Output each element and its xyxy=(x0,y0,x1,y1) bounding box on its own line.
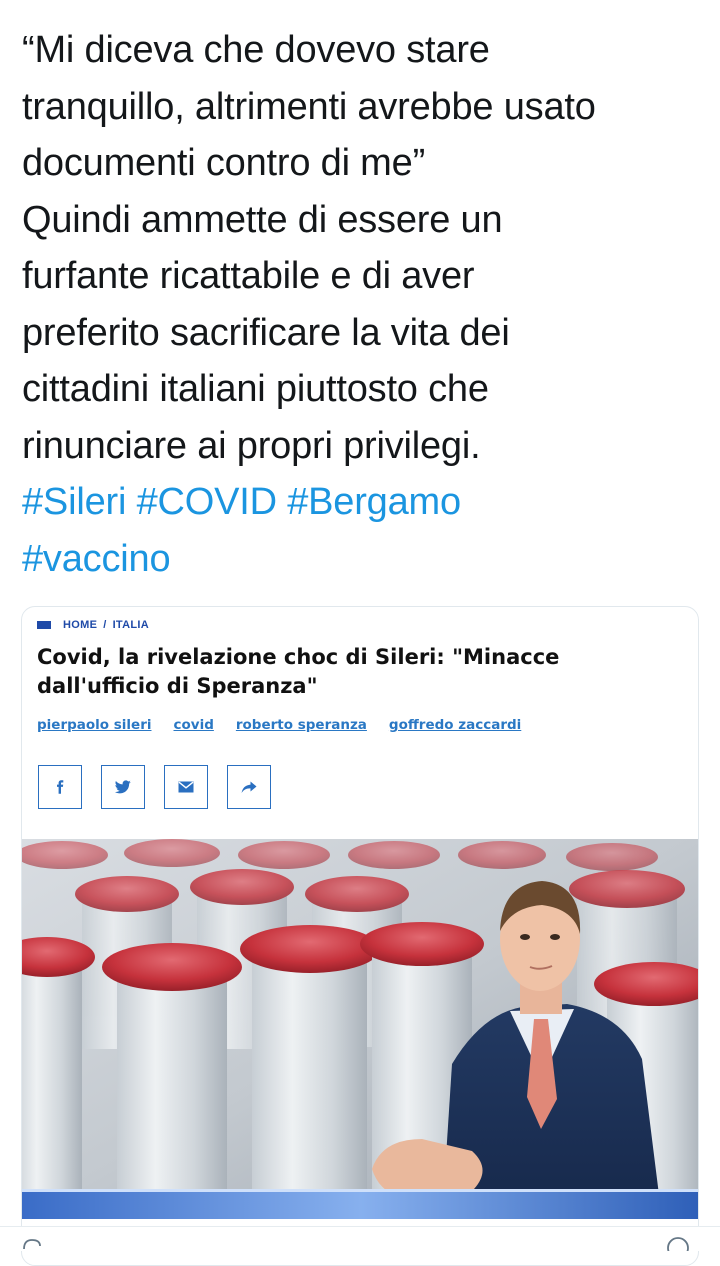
tweet-line: preferito sacrificare la vita dei xyxy=(22,311,510,354)
tweet-line: furfante ricattabile e di aver xyxy=(22,255,475,297)
tag-link[interactable]: roberto speranza xyxy=(236,717,367,733)
hashtag-bergamo[interactable]: #Bergamo xyxy=(287,481,461,523)
breadcrumb-separator: / xyxy=(103,619,107,631)
article-photo[interactable] xyxy=(22,839,698,1219)
tag-link[interactable]: goffredo zaccardi xyxy=(389,717,521,733)
twitter-share-button[interactable] xyxy=(101,765,145,809)
share-arrow-icon xyxy=(241,781,257,793)
tweet-line: cittadini italiani piuttosto che xyxy=(22,368,489,410)
tweet-line: tranquillo, altrimenti avrebbe usato xyxy=(22,85,596,128)
tag-link[interactable]: pierpaolo sileri xyxy=(37,717,152,733)
reply-icon[interactable] xyxy=(22,1238,42,1250)
tweet-line: documenti contro di me” xyxy=(22,142,426,184)
breadcrumb-marker-icon xyxy=(37,621,51,629)
hashtag-line: #Sileri #COVID #Bergamo xyxy=(22,474,712,531)
mail-icon xyxy=(178,781,194,793)
forward-share-button[interactable] xyxy=(227,765,271,809)
facebook-icon xyxy=(57,780,64,794)
hashtag-covid[interactable]: #COVID xyxy=(137,481,277,523)
tweet-line: rinunciare ai propri privilegi. xyxy=(22,424,481,467)
share-buttons xyxy=(38,765,271,809)
share-icon[interactable] xyxy=(664,1236,692,1251)
email-share-button[interactable] xyxy=(164,765,208,809)
link-preview-card[interactable]: HOME / ITALIA Covid, la rivelazione choc… xyxy=(21,606,699,1266)
photo-image xyxy=(22,839,698,1219)
hashtag-sileri[interactable]: #Sileri xyxy=(22,481,126,523)
article-tags: pierpaolo sileri covid roberto speranza … xyxy=(37,717,521,733)
breadcrumb-italia[interactable]: ITALIA xyxy=(113,619,149,631)
tweet-text: “Mi diceva che dovevo stare tranquillo, … xyxy=(22,22,712,587)
breadcrumb-home[interactable]: HOME xyxy=(63,619,97,631)
hashtag-line: #vaccino xyxy=(22,531,712,588)
tweet-action-bar xyxy=(0,1226,720,1251)
article-headline[interactable]: Covid, la rivelazione choc di Sileri: "M… xyxy=(37,643,677,701)
twitter-icon xyxy=(115,780,131,794)
divider xyxy=(0,1226,720,1227)
hashtag-vaccino[interactable]: #vaccino xyxy=(22,538,171,580)
tweet-line: Quindi ammette di essere un xyxy=(22,198,503,241)
facebook-share-button[interactable] xyxy=(38,765,82,809)
tweet-line: “Mi diceva che dovevo stare xyxy=(22,29,490,71)
breadcrumb: HOME / ITALIA xyxy=(37,619,149,631)
tag-link[interactable]: covid xyxy=(174,717,214,733)
